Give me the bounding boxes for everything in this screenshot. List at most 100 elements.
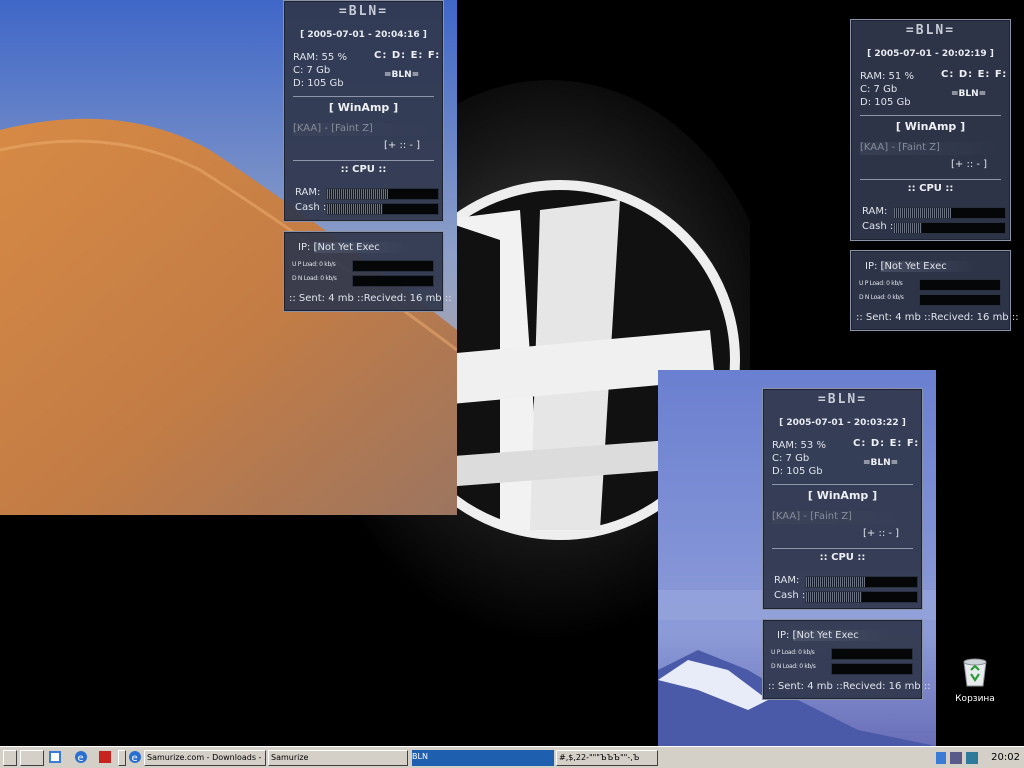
ram-meter — [893, 207, 1006, 219]
acrobat-icon[interactable] — [98, 750, 112, 764]
ip-line: IP: [Not Yet Exec — [298, 242, 410, 253]
ip-value: [Not Yet Exec — [880, 261, 977, 272]
network-widget-2: IP: [Not Yet Exec U P Load: 0 kb/s D N L… — [850, 250, 1019, 331]
download-meter — [919, 294, 1001, 306]
divider — [293, 160, 434, 161]
task-label: #,$,22-"""ЪЪЪ""-,Ъ — [559, 753, 640, 762]
svg-text:e: e — [132, 753, 138, 764]
network-widget-1: IP: [Not Yet Exec U P Load: 0 kb/s D N L… — [283, 231, 452, 312]
ram-bar-label: RAM: — [295, 187, 321, 198]
traffic-totals: :: Sent: 4 mb ::Recived: 16 mb :: — [856, 312, 1019, 323]
internet-explorer-icon[interactable]: e — [74, 750, 88, 764]
drive-c-free: C: 7 Gb — [860, 84, 898, 95]
bln-link[interactable]: =BLN= — [951, 89, 986, 99]
cpu-heading: :: CPU :: — [907, 183, 954, 194]
recycle-bin-label: Корзина — [955, 694, 995, 704]
samurize-widget-1: =BLN= [ 2005-07-01 - 20:04:16 ] RAM: 55 … — [283, 0, 444, 222]
volume-controls[interactable]: [+ :: - ] — [863, 528, 899, 539]
widget-title: =BLN= — [905, 23, 956, 38]
drive-links[interactable]: C: D: E: F: — [853, 438, 919, 449]
now-playing-track: [KAA] - [Faint Z] — [860, 142, 1002, 155]
drive-d-free: D: 105 Gb — [293, 78, 344, 89]
download-rate: D N Load: 0 kb/s — [292, 275, 337, 282]
download-rate: D N Load: 0 kb/s — [771, 663, 816, 670]
datetime-label: [ 2005-07-01 - 20:04:16 ] — [300, 30, 427, 40]
show-desktop-button[interactable] — [20, 750, 44, 766]
drive-d-free: D: 105 Gb — [860, 97, 911, 108]
widget-title: =BLN= — [817, 392, 868, 407]
drive-c-free: C: 7 Gb — [772, 453, 810, 464]
divider — [293, 96, 434, 97]
divider — [860, 179, 1001, 180]
quicklaunch-more[interactable] — [118, 750, 126, 766]
samurize-widget-2: =BLN= [ 2005-07-01 - 20:02:19 ] RAM: 51 … — [850, 19, 1011, 241]
download-meter — [831, 663, 913, 675]
ip-line: IP: [Not Yet Exec — [777, 630, 889, 641]
winamp-heading[interactable]: [ WinAmp ] — [284, 101, 443, 114]
datetime-label: [ 2005-07-01 - 20:03:22 ] — [779, 418, 906, 428]
upload-meter — [352, 260, 434, 272]
ram-usage: RAM: 53 % — [772, 440, 826, 451]
taskbar-clock[interactable]: 20:02 — [991, 749, 1020, 767]
traffic-totals: :: Sent: 4 mb ::Recived: 16 mb :: — [289, 293, 452, 304]
winamp-heading[interactable]: [ WinAmp ] — [851, 120, 1010, 133]
explorer-icon[interactable] — [48, 750, 62, 764]
drive-d-free: D: 105 Gb — [772, 466, 823, 477]
ram-usage: RAM: 51 % — [860, 71, 914, 82]
bln-link[interactable]: =BLN= — [384, 70, 419, 80]
ram-bar-label: RAM: — [774, 575, 800, 586]
system-tray-icons[interactable] — [936, 750, 980, 766]
now-playing-track: [KAA] - [Faint Z] — [293, 123, 435, 136]
task-button-bln[interactable]: BLN — [412, 750, 554, 766]
widget-title: =BLN= — [338, 4, 389, 19]
task-button-samurize-com[interactable]: Samurize.com - Downloads - ... — [144, 750, 266, 766]
ram-meter — [326, 188, 439, 200]
ip-label: IP: — [777, 630, 790, 641]
task-label: BLN — [412, 752, 428, 761]
datetime-label: [ 2005-07-01 - 20:02:19 ] — [867, 49, 994, 59]
cache-meter — [326, 203, 439, 215]
traffic-totals: :: Sent: 4 mb ::Recived: 16 mb :: — [768, 681, 931, 692]
task-button-garbled[interactable]: #,$,22-"""ЪЪЪ""-,Ъ — [556, 750, 658, 766]
cpu-heading: :: CPU :: — [340, 164, 387, 175]
ram-bar-label: RAM: — [862, 206, 888, 217]
ip-value: [Not Yet Exec — [313, 242, 410, 253]
ram-meter — [805, 576, 918, 588]
download-meter — [352, 275, 434, 287]
volume-controls[interactable]: [+ :: - ] — [384, 140, 420, 151]
upload-rate: U P Load: 0 kb/s — [292, 261, 336, 268]
ip-label: IP: — [298, 242, 311, 253]
upload-meter — [831, 648, 913, 660]
drive-links[interactable]: C: D: E: F: — [374, 50, 440, 61]
divider — [772, 548, 913, 549]
ram-usage: RAM: 55 % — [293, 52, 347, 63]
cache-bar-label: Cash : — [862, 221, 894, 232]
cache-meter — [893, 222, 1006, 234]
upload-meter — [919, 279, 1001, 291]
task-button-samurize[interactable]: Samurize — [268, 750, 408, 766]
task-label: Samurize — [271, 753, 309, 762]
network-widget-3: IP: [Not Yet Exec U P Load: 0 kb/s D N L… — [762, 619, 931, 700]
start-button[interactable] — [3, 750, 17, 766]
task-label: Samurize.com - Downloads - ... — [147, 753, 266, 762]
cpu-heading: :: CPU :: — [819, 552, 866, 563]
drive-c-free: C: 7 Gb — [293, 65, 331, 76]
upload-rate: U P Load: 0 kb/s — [859, 280, 903, 287]
cache-bar-label: Cash : — [295, 202, 327, 213]
bln-link[interactable]: =BLN= — [863, 458, 898, 468]
samurize-widget-3: =BLN= [ 2005-07-01 - 20:03:22 ] RAM: 53 … — [762, 388, 923, 610]
divider — [860, 115, 1001, 116]
recycle-bin-icon — [963, 658, 987, 687]
upload-rate: U P Load: 0 kb/s — [771, 649, 815, 656]
svg-text:e: e — [78, 753, 84, 764]
now-playing-track: [KAA] - [Faint Z] — [772, 511, 914, 524]
taskbar: e e Samurize.com - Downloads - ... Samur… — [0, 746, 1024, 768]
divider — [772, 484, 913, 485]
drive-links[interactable]: C: D: E: F: — [941, 69, 1007, 80]
internet-explorer-icon[interactable]: e — [128, 750, 142, 764]
volume-controls[interactable]: [+ :: - ] — [951, 159, 987, 170]
recycle-bin[interactable]: Корзина — [948, 656, 1002, 704]
download-rate: D N Load: 0 kb/s — [859, 294, 904, 301]
ip-value: [Not Yet Exec — [792, 630, 889, 641]
winamp-heading[interactable]: [ WinAmp ] — [763, 489, 922, 502]
